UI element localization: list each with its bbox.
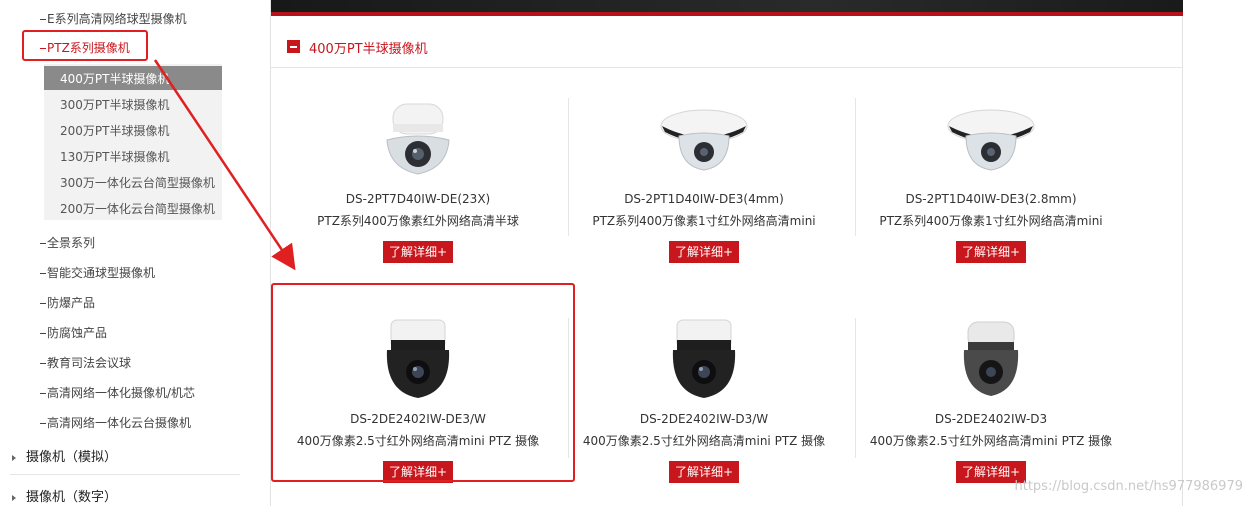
annotation-arrow (153, 59, 296, 271)
watermark: https://blog.csdn.net/hs977986979 (1014, 479, 1243, 494)
page: E系列高清网络球型摄像机 PTZ系列摄像机 400万PT半球摄像机 300万PT… (0, 0, 1253, 506)
